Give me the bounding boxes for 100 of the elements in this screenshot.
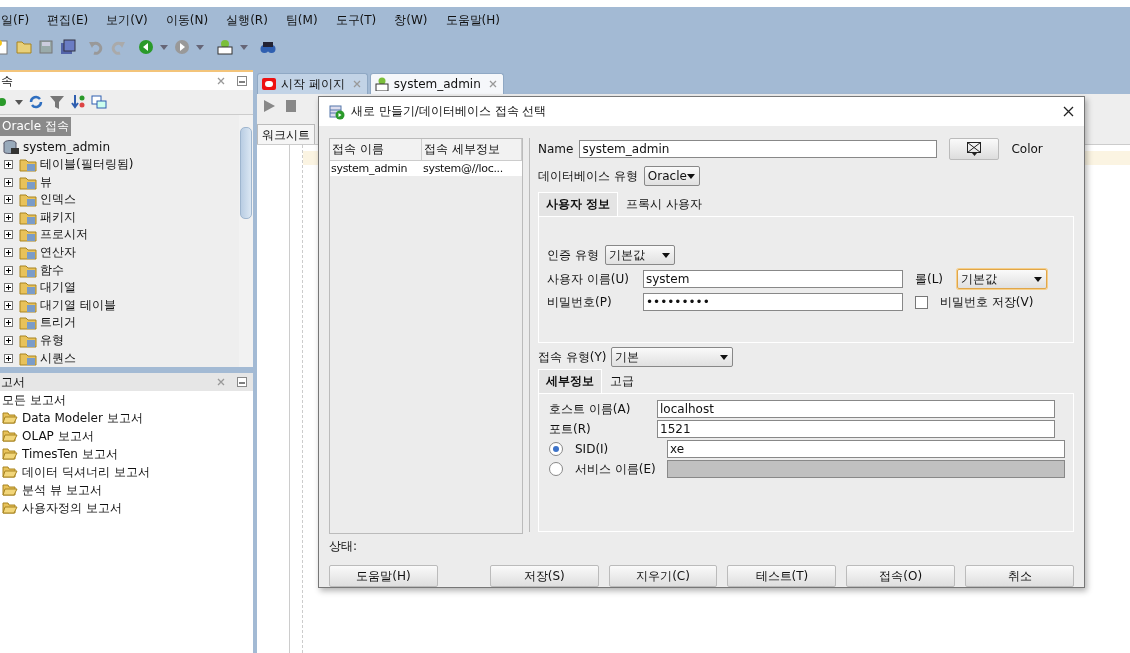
editor-tab[interactable]: 시작 페이지: [257, 73, 368, 94]
folder-icon: [19, 174, 37, 190]
open-folder-icon: [2, 448, 18, 460]
sql-worksheet-icon: [373, 77, 390, 91]
tree-node[interactable]: 유형: [40, 332, 64, 349]
tree-node[interactable]: 시퀀스: [40, 349, 76, 367]
scrollbar-thumb[interactable]: [240, 127, 252, 219]
minimize-icon[interactable]: [237, 76, 247, 86]
run-script-icon[interactable]: [283, 98, 299, 114]
checkbox-label: 비밀번호 저장(V): [940, 293, 1034, 311]
forward-icon[interactable]: [174, 39, 190, 55]
field-label: 롤(L): [915, 270, 945, 288]
dialog-button[interactable]: 저장(S): [489, 565, 599, 587]
folder-icon: [19, 244, 37, 260]
menu-item[interactable]: 보기(V): [106, 11, 148, 29]
caret-icon: [719, 354, 728, 360]
folder-icon: [19, 209, 37, 225]
tab[interactable]: 고급: [602, 369, 642, 393]
radio-label: 서비스 이름(E): [575, 460, 657, 478]
menu-item[interactable]: 창(W): [394, 11, 428, 29]
service-name-field[interactable]: [667, 460, 1065, 478]
database-type-dropdown[interactable]: Oracle: [643, 166, 700, 186]
tab[interactable]: 세부정보: [538, 369, 602, 393]
field-label: 인증 유형: [547, 246, 599, 264]
color-button[interactable]: [949, 138, 1000, 160]
run-icon[interactable]: [261, 98, 277, 114]
tab[interactable]: 사용자 정보: [538, 192, 619, 216]
host-field[interactable]: localhost: [657, 400, 1055, 418]
sid-field[interactable]: xe: [667, 440, 1065, 458]
tree-node[interactable]: 연산자: [40, 243, 76, 261]
folder-icon: [19, 156, 37, 172]
oracle-logo-icon: [261, 77, 277, 91]
table-cell[interactable]: system@//loc...: [422, 161, 522, 176]
tree-node[interactable]: OLAP 보고서: [22, 427, 94, 445]
tree-node[interactable]: 데이터 딕셔너리 보고서: [22, 463, 150, 481]
field-label: 접속 유형(Y): [538, 348, 607, 366]
sql-worksheet-icon[interactable]: [216, 39, 234, 55]
folder-icon: [19, 227, 37, 243]
checkbox[interactable]: [915, 295, 928, 309]
menu-item[interactable]: 도구(T): [335, 11, 377, 29]
field-label: 사용자 이름(U): [547, 270, 630, 288]
tree-node[interactable]: 프로시저: [40, 226, 88, 244]
tree-node[interactable]: 패키지: [40, 208, 76, 226]
minimize-icon[interactable]: [237, 377, 247, 387]
caret-icon: [686, 173, 695, 179]
column-header[interactable]: 접속 세부정보: [422, 139, 522, 161]
column-header[interactable]: 접속 이름: [330, 139, 422, 161]
port-field[interactable]: 1521: [657, 420, 1055, 438]
tree-node[interactable]: 테이블(필터링됨): [40, 155, 134, 173]
dialog-button[interactable]: 접속(O): [846, 565, 956, 587]
worksheet-tab[interactable]: 워크시트: [257, 124, 315, 144]
field-label: 호스트 이름(A): [549, 400, 632, 418]
password-field[interactable]: •••••••••: [643, 293, 903, 311]
username-field[interactable]: system: [643, 270, 903, 288]
tree-node[interactable]: 사용자정의 보고서: [22, 499, 122, 517]
dialog-button[interactable]: 도움말(H): [329, 565, 438, 587]
tree-node[interactable]: 모든 보고서: [2, 391, 66, 409]
color-picker-icon: [967, 142, 982, 156]
menu-item[interactable]: 실행(R): [226, 11, 268, 29]
save-all-icon[interactable]: [60, 39, 76, 55]
menu-item[interactable]: 도움말(H): [445, 11, 500, 29]
close-icon[interactable]: [1063, 106, 1074, 117]
menu-item[interactable]: 팀(M): [285, 11, 318, 29]
windows-icon[interactable]: [91, 94, 107, 110]
tree-node[interactable]: Data Modeler 보고서: [22, 409, 143, 427]
role-dropdown[interactable]: 기본값: [957, 269, 1047, 289]
tree-node[interactable]: system_admin: [23, 139, 110, 154]
tree-node[interactable]: 대기열 테이블: [40, 296, 116, 314]
folder-icon: [19, 297, 37, 313]
open-folder-icon[interactable]: [16, 39, 32, 55]
tree-node[interactable]: 트리거: [40, 314, 76, 332]
dialog-button[interactable]: 취소: [965, 565, 1074, 587]
dialog-button[interactable]: 지우기(C): [608, 565, 718, 587]
dialog-button[interactable]: 테스트(T): [727, 565, 837, 587]
radio-button[interactable]: [549, 442, 563, 456]
radio-button[interactable]: [549, 462, 563, 476]
refresh-icon[interactable]: [28, 94, 44, 110]
menu-item[interactable]: 편집(E): [47, 11, 89, 29]
tree-node[interactable]: TimesTen 보고서: [22, 445, 118, 463]
tree-node[interactable]: 대기열: [40, 279, 76, 297]
tree-node[interactable]: 함수: [40, 261, 64, 279]
caret-icon: [160, 44, 168, 50]
tree-node[interactable]: 인덱스: [40, 191, 76, 209]
auth-type-dropdown[interactable]: 기본값: [604, 245, 675, 265]
tree-node[interactable]: 분석 뷰 보고서: [22, 481, 102, 499]
save-icon[interactable]: [38, 39, 54, 55]
binoculars-icon[interactable]: [260, 39, 276, 55]
filter-icon[interactable]: [49, 94, 65, 110]
sort-icon[interactable]: [70, 94, 86, 110]
tree-node[interactable]: 뷰: [40, 173, 52, 191]
editor-tab[interactable]: system_admin: [369, 73, 504, 94]
menu-item[interactable]: 이동(N): [165, 11, 209, 29]
name-field[interactable]: system_admin: [579, 140, 938, 158]
back-icon[interactable]: [138, 39, 154, 55]
connection-type-dropdown[interactable]: 기본: [610, 347, 733, 367]
caret-icon: [661, 252, 670, 258]
open-folder-icon: [2, 502, 18, 514]
table-cell[interactable]: system_admin: [330, 161, 422, 176]
menu-item[interactable]: 일(F): [1, 11, 30, 29]
tab[interactable]: 프록시 사용자: [618, 192, 710, 216]
